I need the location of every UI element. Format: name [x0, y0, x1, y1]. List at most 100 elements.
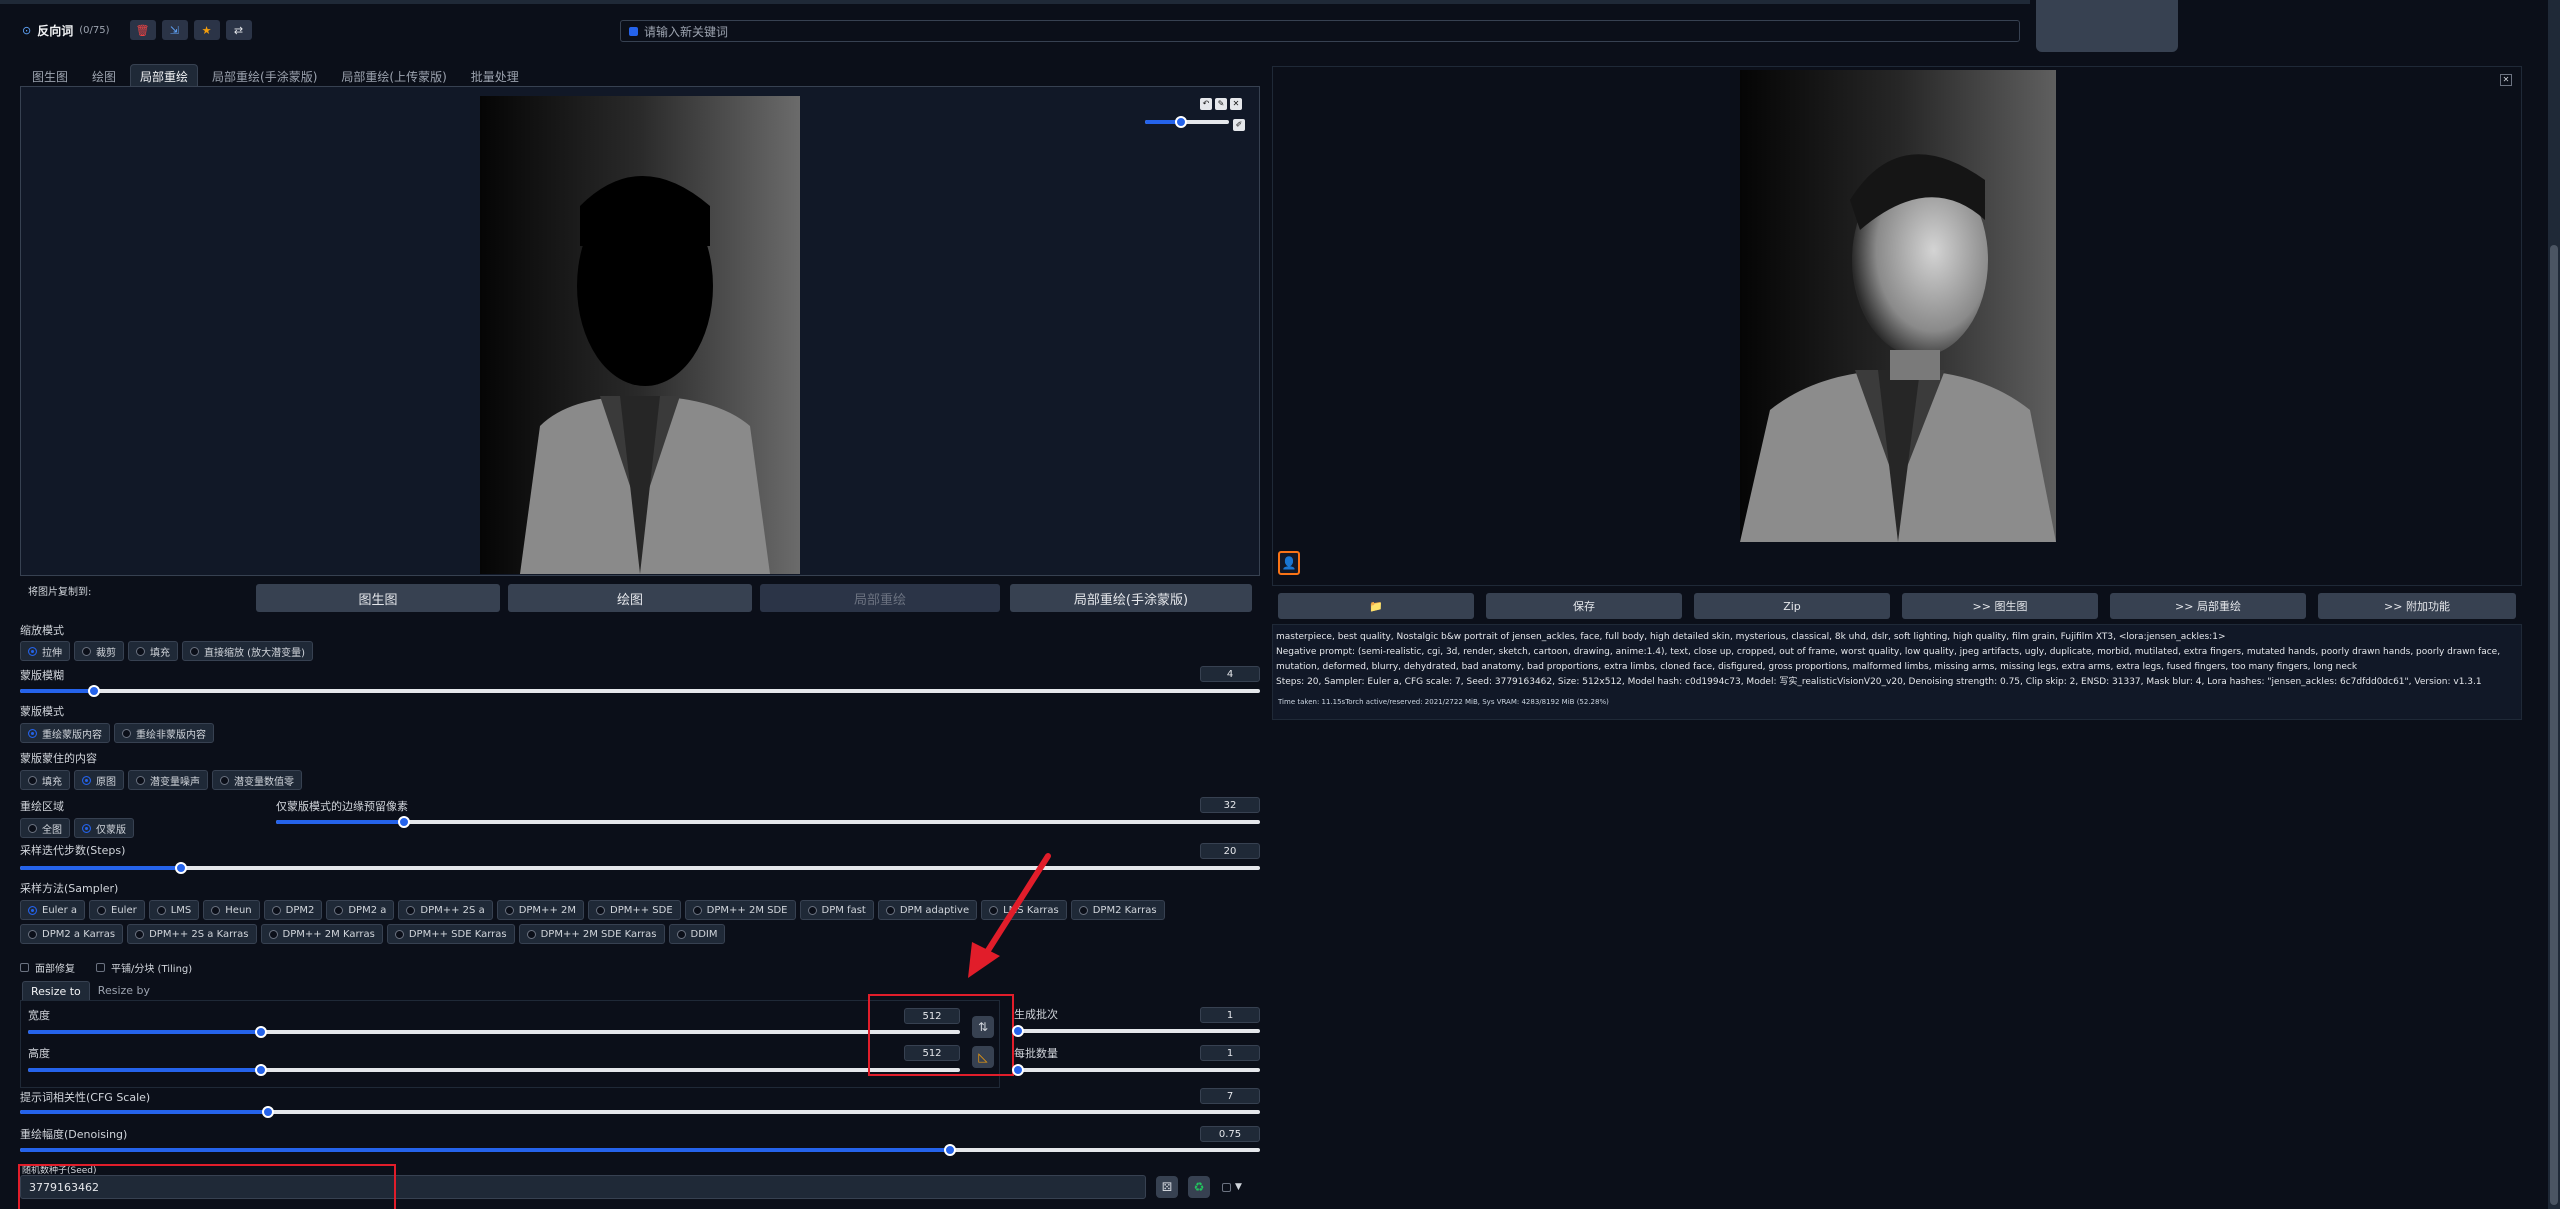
brush-size-knob[interactable]: [1175, 116, 1187, 128]
generate-button-area[interactable]: [2036, 0, 2178, 52]
scrollbar-thumb[interactable]: [2550, 245, 2558, 1205]
batch-size-knob[interactable]: [1012, 1064, 1024, 1076]
tiling-checkbox[interactable]: 平铺/分块 (Tiling): [96, 960, 192, 975]
width-value[interactable]: 512: [904, 1008, 960, 1024]
steps-slider[interactable]: [20, 862, 1260, 874]
recycle-icon[interactable]: ♻: [1188, 1176, 1210, 1198]
padding-slider[interactable]: [276, 816, 1260, 828]
sampler-option-19[interactable]: DDIM: [668, 924, 726, 944]
tab-4[interactable]: 局部重绘(上传蒙版): [331, 64, 456, 86]
extra-seed-triangle-icon[interactable]: ▼: [1235, 1182, 1242, 1192]
mask-mode-option-0[interactable]: 重绘蒙版内容: [20, 723, 110, 743]
height-knob[interactable]: [255, 1064, 267, 1076]
tab-resize-to[interactable]: Resize to: [22, 981, 90, 1001]
mask-mode-option-1[interactable]: 重绘非蒙版内容: [114, 723, 214, 743]
extra-seed-box[interactable]: [1222, 1182, 1231, 1192]
sampler-option-9[interactable]: DPM++ 2M SDE: [684, 900, 796, 920]
face-restore-checkbox[interactable]: 面部修复: [20, 960, 75, 975]
batch-size-slider[interactable]: [1012, 1064, 1260, 1076]
send-to-img2img-button[interactable]: >> 图生图: [1902, 593, 2098, 619]
inpaint-area-option-0[interactable]: 全图: [20, 818, 70, 838]
sampler-option-0[interactable]: Euler a: [20, 900, 86, 920]
open-folder-button[interactable]: 📁: [1278, 593, 1474, 619]
sampler-option-16[interactable]: DPM++ 2M Karras: [260, 924, 383, 944]
width-knob[interactable]: [255, 1026, 267, 1038]
copy-to-img2img-button[interactable]: 图生图: [256, 584, 500, 612]
output-thumbnail[interactable]: 👤: [1278, 551, 1300, 575]
translate-icon[interactable]: ⇄: [225, 20, 252, 40]
batch-count-knob[interactable]: [1012, 1025, 1024, 1037]
denoise-slider[interactable]: [20, 1144, 1260, 1156]
sampler-option-1[interactable]: Euler: [89, 900, 145, 920]
tab-3[interactable]: 局部重绘(手涂蒙版): [202, 64, 327, 86]
sampler-option-6[interactable]: DPM++ 2S a: [398, 900, 493, 920]
sampler-option-5[interactable]: DPM2 a: [326, 900, 395, 920]
tab-2[interactable]: 局部重绘: [130, 64, 199, 86]
star-icon[interactable]: ★: [193, 20, 220, 40]
steps-knob[interactable]: [175, 862, 188, 874]
cfg-slider[interactable]: [20, 1106, 1260, 1118]
masked-content-option-0[interactable]: 填充: [20, 770, 70, 790]
sampler-option-17[interactable]: DPM++ SDE Karras: [386, 924, 515, 944]
batch-count-value[interactable]: 1: [1200, 1007, 1260, 1023]
sampler-option-2[interactable]: LMS: [148, 900, 200, 920]
resize-mode-option-0[interactable]: 拉伸: [20, 641, 70, 661]
inpaint-area-option-1[interactable]: 仅蒙版: [74, 818, 134, 838]
mask-blur-slider[interactable]: [20, 685, 1260, 697]
height-value[interactable]: 512: [904, 1045, 960, 1061]
sampler-option-3[interactable]: Heun: [203, 900, 260, 920]
batch-count-slider[interactable]: [1012, 1025, 1260, 1037]
output-image[interactable]: [1740, 70, 2056, 542]
send-to-inpaint-button[interactable]: >> 局部重绘: [2110, 593, 2306, 619]
sampler-option-15[interactable]: DPM++ 2S a Karras: [127, 924, 257, 944]
resize-mode-option-3[interactable]: 直接缩放 (放大潜变量): [182, 641, 313, 661]
sampler-option-18[interactable]: DPM++ 2M SDE Karras: [518, 924, 665, 944]
padding-value[interactable]: 32: [1200, 797, 1260, 813]
copy-to-inpaint-button[interactable]: 局部重绘: [760, 584, 1000, 612]
extra-seed-checkbox[interactable]: ▼: [1222, 1182, 1242, 1192]
denoise-value[interactable]: 0.75: [1200, 1126, 1260, 1142]
mask-blur-value[interactable]: 4: [1200, 666, 1260, 682]
masked-content-option-3[interactable]: 潜变量数值零: [212, 770, 302, 790]
sampler-option-14[interactable]: DPM2 a Karras: [20, 924, 124, 944]
save-button[interactable]: 保存: [1486, 593, 1682, 619]
mask-blur-knob[interactable]: [88, 685, 101, 697]
canvas-clear-icon[interactable]: ✎: [1215, 98, 1227, 110]
canvas-close-icon[interactable]: ✕: [1230, 98, 1242, 110]
width-slider[interactable]: [28, 1026, 960, 1038]
brush-icon[interactable]: ✐: [1233, 119, 1245, 131]
trash-icon[interactable]: 🗑: [129, 20, 156, 40]
sampler-option-13[interactable]: DPM2 Karras: [1070, 900, 1165, 920]
tab-1[interactable]: 绘图: [82, 64, 126, 86]
inpaint-image-masked[interactable]: [480, 96, 800, 574]
sampler-option-10[interactable]: DPM fast: [799, 900, 874, 920]
tab-0[interactable]: 图生图: [22, 64, 78, 86]
resize-mode-option-1[interactable]: 裁剪: [74, 641, 124, 661]
zip-button[interactable]: Zip: [1694, 593, 1890, 619]
brush-size-slider[interactable]: [1145, 120, 1229, 124]
sampler-option-7[interactable]: DPM++ 2M: [496, 900, 584, 920]
sampler-option-8[interactable]: DPM++ SDE: [588, 900, 681, 920]
negative-checkbox[interactable]: [629, 26, 638, 36]
negative-keyword-field[interactable]: 请输入新关键词: [620, 20, 2020, 42]
tab-5[interactable]: 批量处理: [461, 64, 529, 86]
aspect-ratio-icon[interactable]: ◺: [972, 1046, 994, 1068]
denoise-knob[interactable]: [944, 1144, 956, 1156]
copy-to-inpaint-sketch-button[interactable]: 局部重绘(手涂蒙版): [1010, 584, 1252, 612]
padding-knob[interactable]: [397, 816, 410, 828]
masked-content-option-2[interactable]: 潜变量噪声: [128, 770, 208, 790]
face-restore-box[interactable]: [20, 963, 29, 972]
tab-resize-by[interactable]: Resize by: [90, 981, 158, 1001]
steps-value[interactable]: 20: [1200, 843, 1260, 859]
cfg-knob[interactable]: [262, 1106, 274, 1118]
collapse-icon[interactable]: ⊙: [22, 24, 31, 37]
tiling-box[interactable]: [96, 963, 105, 972]
gallery-close-icon[interactable]: ✕: [2500, 74, 2512, 86]
sampler-option-4[interactable]: DPM2: [263, 900, 323, 920]
import-icon[interactable]: ⇲: [161, 20, 188, 40]
canvas-undo-icon[interactable]: ↶: [1200, 98, 1212, 110]
copy-to-sketch-button[interactable]: 绘图: [508, 584, 752, 612]
height-slider[interactable]: [28, 1064, 960, 1076]
resize-mode-option-2[interactable]: 填充: [128, 641, 178, 661]
cfg-value[interactable]: 7: [1200, 1088, 1260, 1104]
